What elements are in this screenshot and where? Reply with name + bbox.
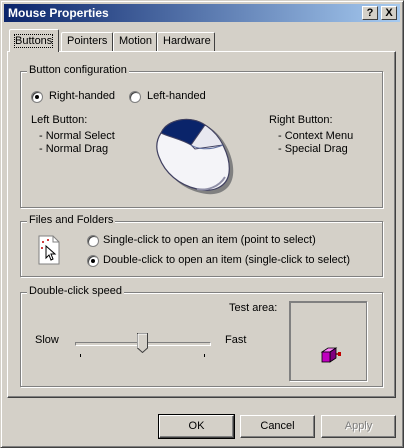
- tab-buttons-label: Buttons: [13, 34, 54, 48]
- left-handed-label[interactable]: Left-handed: [147, 90, 206, 102]
- fast-label: Fast: [225, 334, 247, 346]
- right-button-action-1: - Context Menu: [278, 130, 354, 142]
- left-button-action-2: - Normal Drag: [39, 143, 109, 155]
- tab-panel-buttons: Button configuration Right-handed Left-h…: [7, 51, 396, 398]
- help-button[interactable]: ?: [362, 6, 378, 20]
- title-bar[interactable]: Mouse Properties ? X: [4, 4, 400, 22]
- tab-buttons[interactable]: Buttons: [9, 29, 59, 52]
- button-configuration-label: Button configuration: [27, 64, 129, 76]
- ok-label: OK: [188, 420, 205, 432]
- tab-hardware-label: Hardware: [163, 35, 211, 47]
- right-handed-radio[interactable]: [31, 91, 43, 103]
- apply-label: Apply: [344, 420, 373, 432]
- tab-hardware[interactable]: Hardware: [157, 32, 215, 51]
- document-pointer-icon: [38, 235, 60, 265]
- double-click-radio[interactable]: [87, 255, 99, 267]
- apply-button[interactable]: Apply: [321, 415, 396, 438]
- double-click-label[interactable]: Double-click to open an item (single-cli…: [103, 254, 350, 266]
- help-icon: ?: [366, 7, 374, 19]
- test-area-label: Test area:: [229, 302, 278, 314]
- mouse-properties-window: Mouse Properties ? X Buttons Pointers Mo…: [0, 0, 404, 448]
- slow-label: Slow: [35, 334, 59, 346]
- cancel-label: Cancel: [260, 420, 295, 432]
- right-handed-label[interactable]: Right-handed: [49, 90, 115, 102]
- tab-pointers[interactable]: Pointers: [61, 32, 113, 51]
- button-configuration-group: Button configuration Right-handed Left-h…: [20, 64, 383, 208]
- double-click-speed-group: Double-click speed Test area: Slow Fast: [20, 285, 383, 387]
- double-click-speed-slider[interactable]: [137, 333, 148, 353]
- cancel-button[interactable]: Cancel: [240, 415, 315, 438]
- left-button-title: Left Button:: [31, 114, 88, 126]
- close-icon: X: [385, 7, 393, 19]
- test-area[interactable]: [289, 301, 367, 381]
- left-handed-radio[interactable]: [129, 91, 141, 103]
- slider-tick-max: [204, 354, 205, 357]
- tab-motion[interactable]: Motion: [113, 32, 157, 51]
- single-click-label[interactable]: Single-click to open an item (point to s…: [103, 234, 316, 246]
- single-click-radio[interactable]: [87, 235, 99, 247]
- mouse-icon: [156, 118, 234, 195]
- tab-pointers-label: Pointers: [67, 35, 108, 47]
- slider-tick-min: [80, 354, 81, 357]
- double-click-speed-label: Double-click speed: [27, 285, 124, 297]
- files-and-folders-label: Files and Folders: [27, 214, 116, 226]
- right-button-title: Right Button:: [269, 114, 333, 126]
- window-title: Mouse Properties: [8, 6, 109, 20]
- files-and-folders-group: Files and Folders Single-click to open a…: [20, 214, 383, 277]
- right-button-action-2: - Special Drag: [278, 143, 348, 155]
- jack-in-box-icon: [320, 347, 341, 363]
- tab-motion-label: Motion: [119, 35, 153, 47]
- close-button[interactable]: X: [381, 6, 397, 20]
- ok-button[interactable]: OK: [158, 414, 235, 439]
- left-button-action-1: - Normal Select: [39, 130, 115, 142]
